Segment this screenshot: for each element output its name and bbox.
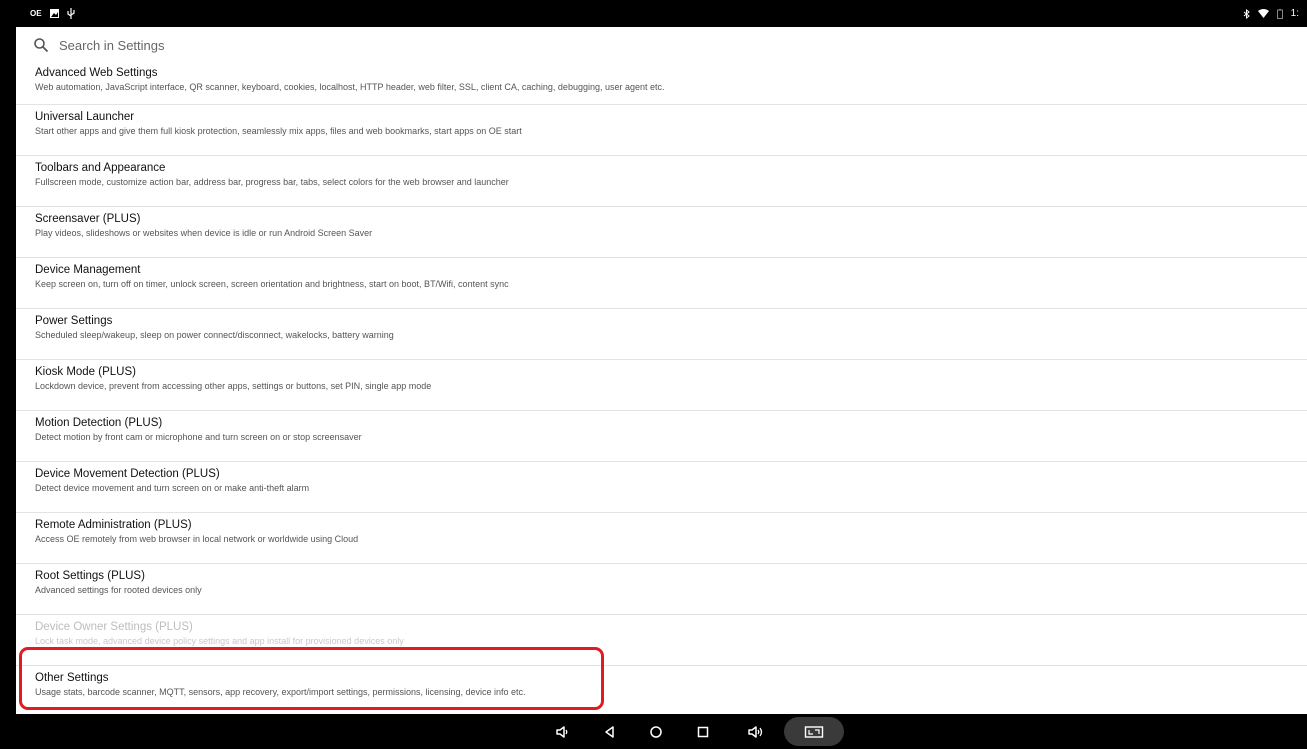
status-bar-left: OE xyxy=(30,8,75,19)
clock: 1: xyxy=(1290,7,1299,19)
setting-screensaver[interactable]: Screensaver (PLUS) Play videos, slidesho… xyxy=(16,207,1307,258)
setting-title: Universal Launcher xyxy=(35,111,135,123)
setting-advanced-web[interactable]: Advanced Web Settings Web automation, Ja… xyxy=(16,61,1307,105)
setting-description: Advanced settings for rooted devices onl… xyxy=(35,585,202,595)
setting-description: Access OE remotely from web browser in l… xyxy=(35,534,359,544)
recents-button[interactable] xyxy=(685,714,721,749)
screenshot-icon xyxy=(804,725,824,738)
settings-list: Advanced Web Settings Web automation, Ja… xyxy=(16,61,1307,717)
status-bar: OE 1: xyxy=(16,0,1307,27)
volume-down-button[interactable] xyxy=(544,714,580,749)
setting-description: Usage stats, barcode scanner, MQTT, sens… xyxy=(35,687,526,697)
volume-down-icon xyxy=(556,725,568,738)
setting-title: Remote Administration (PLUS) xyxy=(35,519,192,531)
setting-device-movement-detection[interactable]: Device Movement Detection (PLUS) Detect … xyxy=(16,462,1307,513)
setting-title: Other Settings xyxy=(35,672,109,684)
setting-description: Scheduled sleep/wakeup, sleep on power c… xyxy=(35,330,394,340)
setting-title: Toolbars and Appearance xyxy=(35,162,166,174)
back-button[interactable] xyxy=(592,714,628,749)
setting-description: Start other apps and give them full kios… xyxy=(35,126,522,136)
setting-device-owner: Device Owner Settings (PLUS) Lock task m… xyxy=(16,615,1307,666)
setting-device-management[interactable]: Device Management Keep screen on, turn o… xyxy=(16,258,1307,309)
volume-up-button[interactable] xyxy=(738,714,774,749)
setting-description: Lock task mode, advanced device policy s… xyxy=(35,636,404,646)
setting-universal-launcher[interactable]: Universal Launcher Start other apps and … xyxy=(16,105,1307,156)
usb-icon xyxy=(66,8,75,19)
device-screen: OE 1: Search in Settings Advanced Web Se… xyxy=(16,0,1307,749)
setting-toolbars-appearance[interactable]: Toolbars and Appearance Fullscreen mode,… xyxy=(16,156,1307,207)
setting-description: Fullscreen mode, customize action bar, a… xyxy=(35,177,509,187)
setting-motion-detection[interactable]: Motion Detection (PLUS) Detect motion by… xyxy=(16,411,1307,462)
setting-description: Play videos, slideshows or websites when… xyxy=(35,228,373,238)
home-icon xyxy=(650,725,662,738)
image-icon xyxy=(49,9,59,18)
notification-icon: OE xyxy=(30,8,42,18)
setting-title: Power Settings xyxy=(35,315,113,327)
search-input[interactable] xyxy=(59,37,659,53)
setting-description: Detect device movement and turn screen o… xyxy=(35,483,310,493)
setting-title: Device Movement Detection (PLUS) xyxy=(35,468,220,480)
bluetooth-icon xyxy=(1243,8,1250,19)
setting-title: Kiosk Mode (PLUS) xyxy=(35,366,136,378)
screenshot-button[interactable] xyxy=(784,717,844,746)
search-bar[interactable] xyxy=(16,27,1307,63)
setting-description: Keep screen on, turn off on timer, unloc… xyxy=(35,279,509,289)
back-icon xyxy=(605,725,614,738)
battery-icon xyxy=(1276,8,1283,19)
setting-title: Motion Detection (PLUS) xyxy=(35,417,163,429)
status-bar-right: 1: xyxy=(1243,7,1299,19)
setting-root[interactable]: Root Settings (PLUS) Advanced settings f… xyxy=(16,564,1307,615)
setting-other[interactable]: Other Settings Usage stats, barcode scan… xyxy=(16,666,1307,717)
setting-power[interactable]: Power Settings Scheduled sleep/wakeup, s… xyxy=(16,309,1307,360)
setting-title: Screensaver (PLUS) xyxy=(35,213,141,225)
home-button[interactable] xyxy=(638,714,674,749)
search-icon xyxy=(34,38,49,53)
navigation-bar xyxy=(16,714,1307,749)
setting-kiosk-mode[interactable]: Kiosk Mode (PLUS) Lockdown device, preve… xyxy=(16,360,1307,411)
setting-description: Web automation, JavaScript interface, QR… xyxy=(35,82,665,92)
setting-title: Root Settings (PLUS) xyxy=(35,570,145,582)
setting-description: Lockdown device, prevent from accessing … xyxy=(35,381,432,391)
setting-title: Advanced Web Settings xyxy=(35,67,158,79)
setting-remote-administration[interactable]: Remote Administration (PLUS) Access OE r… xyxy=(16,513,1307,564)
setting-title: Device Owner Settings (PLUS) xyxy=(35,621,193,633)
setting-title: Device Management xyxy=(35,264,141,276)
setting-description: Detect motion by front cam or microphone… xyxy=(35,432,362,442)
wifi-icon xyxy=(1257,9,1269,18)
volume-up-icon xyxy=(748,725,763,738)
recents-icon xyxy=(697,726,709,737)
